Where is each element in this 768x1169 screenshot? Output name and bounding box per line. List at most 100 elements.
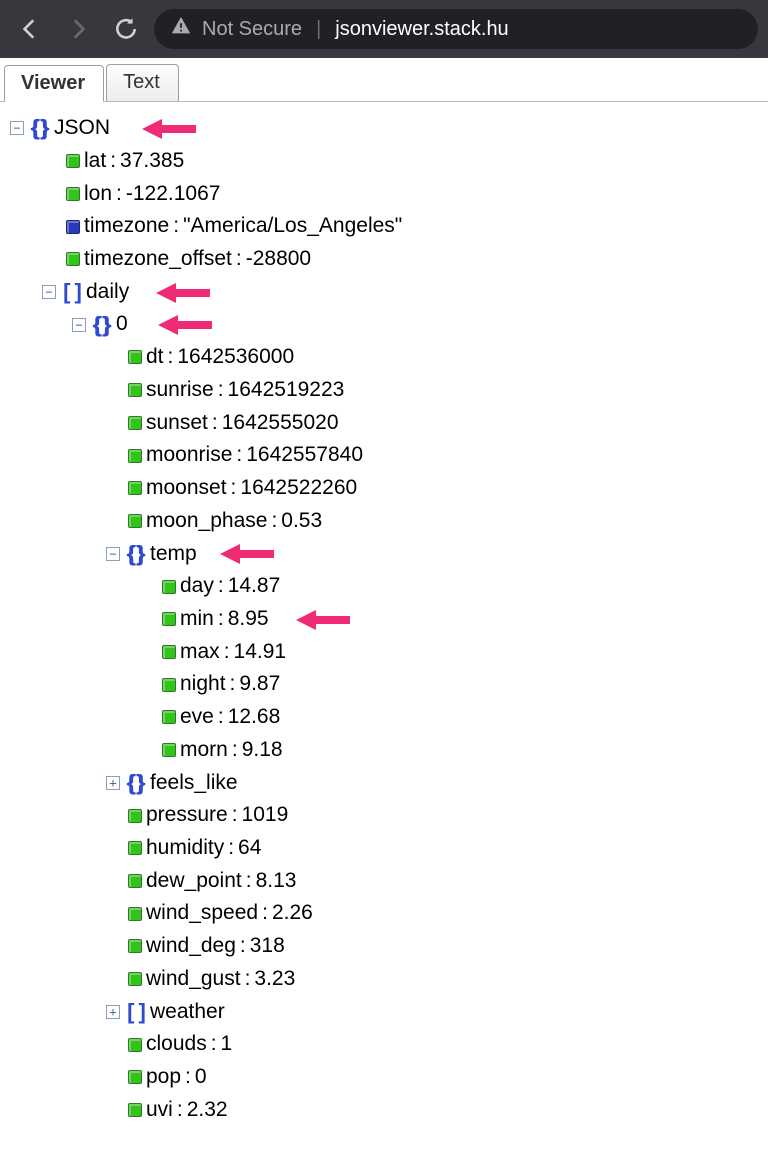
toggle-icon[interactable]: [42, 285, 56, 299]
node-temp-morn[interactable]: morn:9.18: [6, 734, 762, 767]
node-uvi[interactable]: uvi:2.32: [6, 1094, 762, 1127]
node-value: 14.87: [228, 570, 281, 603]
number-icon: [128, 449, 142, 463]
node-tzoffset[interactable]: timezone_offset:-28800: [6, 243, 762, 276]
node-temp-max[interactable]: max:14.91: [6, 636, 762, 669]
node-moonrise[interactable]: moonrise:1642557840: [6, 439, 762, 472]
browser-chrome: Not Secure | jsonviewer.stack.hu: [0, 0, 768, 58]
node-temp-min[interactable]: min:8.95: [6, 603, 762, 636]
node-feelslike[interactable]: {} feels_like: [6, 766, 762, 799]
node-key: pop: [146, 1061, 181, 1094]
tab-viewer[interactable]: Viewer: [4, 65, 104, 102]
node-moonphase[interactable]: moon_phase:0.53: [6, 505, 762, 538]
node-temp-night[interactable]: night:9.87: [6, 668, 762, 701]
node-key: uvi: [146, 1094, 173, 1127]
node-temp-eve[interactable]: eve:12.68: [6, 701, 762, 734]
node-humidity[interactable]: humidity:64: [6, 832, 762, 865]
node-value: -28800: [246, 243, 311, 276]
node-value: -122.1067: [126, 178, 221, 211]
annotation-arrow: [156, 280, 210, 306]
tab-text[interactable]: Text: [106, 64, 179, 101]
node-value: 3.23: [254, 963, 295, 996]
node-key: eve: [180, 701, 214, 734]
node-value: 318: [250, 930, 285, 963]
node-value: 14.91: [234, 636, 287, 669]
node-value: 1642555020: [222, 407, 339, 440]
node-value: 64: [238, 832, 261, 865]
toggle-icon[interactable]: [106, 547, 120, 561]
node-sunset[interactable]: sunset:1642555020: [6, 406, 762, 439]
number-icon: [128, 972, 142, 986]
reload-button[interactable]: [106, 9, 146, 49]
node-dt[interactable]: dt:1642536000: [6, 341, 762, 374]
number-icon: [162, 710, 176, 724]
number-icon: [128, 350, 142, 364]
number-icon: [128, 907, 142, 921]
node-value: 1642519223: [228, 374, 345, 407]
number-icon: [128, 1070, 142, 1084]
node-windgust[interactable]: wind_gust:3.23: [6, 963, 762, 996]
node-key: timezone_offset: [84, 243, 232, 276]
number-icon: [128, 514, 142, 528]
number-icon: [128, 1103, 142, 1117]
node-daily[interactable]: [ ] daily: [6, 276, 762, 309]
node-dewpoint[interactable]: dew_point:8.13: [6, 865, 762, 898]
number-icon: [162, 678, 176, 692]
address-bar[interactable]: Not Secure | jsonviewer.stack.hu: [154, 9, 758, 49]
not-secure-icon: [170, 15, 192, 43]
node-key: night: [180, 668, 226, 701]
node-clouds[interactable]: clouds:1: [6, 1028, 762, 1061]
number-icon: [128, 416, 142, 430]
node-sunrise[interactable]: sunrise:1642519223: [6, 374, 762, 407]
annotation-arrow: [220, 541, 274, 567]
number-icon: [66, 252, 80, 266]
number-icon: [128, 1038, 142, 1052]
node-pop[interactable]: pop:0: [6, 1061, 762, 1094]
toggle-icon[interactable]: [106, 1005, 120, 1019]
node-lon[interactable]: lon:-122.1067: [6, 177, 762, 210]
object-icon: {}: [92, 315, 112, 335]
node-key: max: [180, 636, 220, 669]
node-temp[interactable]: {} temp: [6, 537, 762, 570]
json-tree: {} JSON lat:37.385 lon:-122.1067 timezon…: [0, 102, 768, 1146]
number-icon: [128, 383, 142, 397]
string-icon: [66, 220, 80, 234]
object-icon: {}: [30, 118, 50, 138]
array-icon: [ ]: [126, 1002, 146, 1022]
node-moonset[interactable]: moonset:1642522260: [6, 472, 762, 505]
not-secure-label: Not Secure: [202, 18, 302, 41]
node-daily-0[interactable]: {} 0: [6, 308, 762, 341]
node-label: daily: [86, 276, 129, 309]
back-button[interactable]: [10, 9, 50, 49]
node-value: 0.53: [281, 505, 322, 538]
toggle-icon[interactable]: [106, 776, 120, 790]
node-label: 0: [116, 308, 128, 341]
node-pressure[interactable]: pressure:1019: [6, 799, 762, 832]
node-lat[interactable]: lat:37.385: [6, 145, 762, 178]
node-value: 37.385: [120, 145, 184, 178]
toggle-icon[interactable]: [72, 318, 86, 332]
node-value: 2.26: [272, 897, 313, 930]
node-temp-day[interactable]: day:14.87: [6, 570, 762, 603]
node-value: 1642557840: [246, 439, 363, 472]
node-root[interactable]: {} JSON: [6, 112, 762, 145]
forward-button[interactable]: [58, 9, 98, 49]
node-label: feels_like: [150, 767, 238, 800]
node-key: morn: [180, 734, 228, 767]
node-winddeg[interactable]: wind_deg:318: [6, 930, 762, 963]
number-icon: [128, 841, 142, 855]
address-divider: |: [312, 18, 325, 41]
node-key: min: [180, 603, 214, 636]
node-value: "America/Los_Angeles": [183, 210, 402, 243]
number-icon: [128, 481, 142, 495]
node-key: day: [180, 570, 214, 603]
node-weather[interactable]: [ ] weather: [6, 995, 762, 1028]
node-value: 12.68: [228, 701, 281, 734]
node-value: 8.95: [228, 603, 269, 636]
node-windspeed[interactable]: wind_speed:2.26: [6, 897, 762, 930]
node-key: lat: [84, 145, 106, 178]
toggle-icon[interactable]: [10, 121, 24, 135]
node-key: dew_point: [146, 865, 242, 898]
array-icon: [ ]: [62, 282, 82, 302]
node-timezone[interactable]: timezone:"America/Los_Angeles": [6, 210, 762, 243]
